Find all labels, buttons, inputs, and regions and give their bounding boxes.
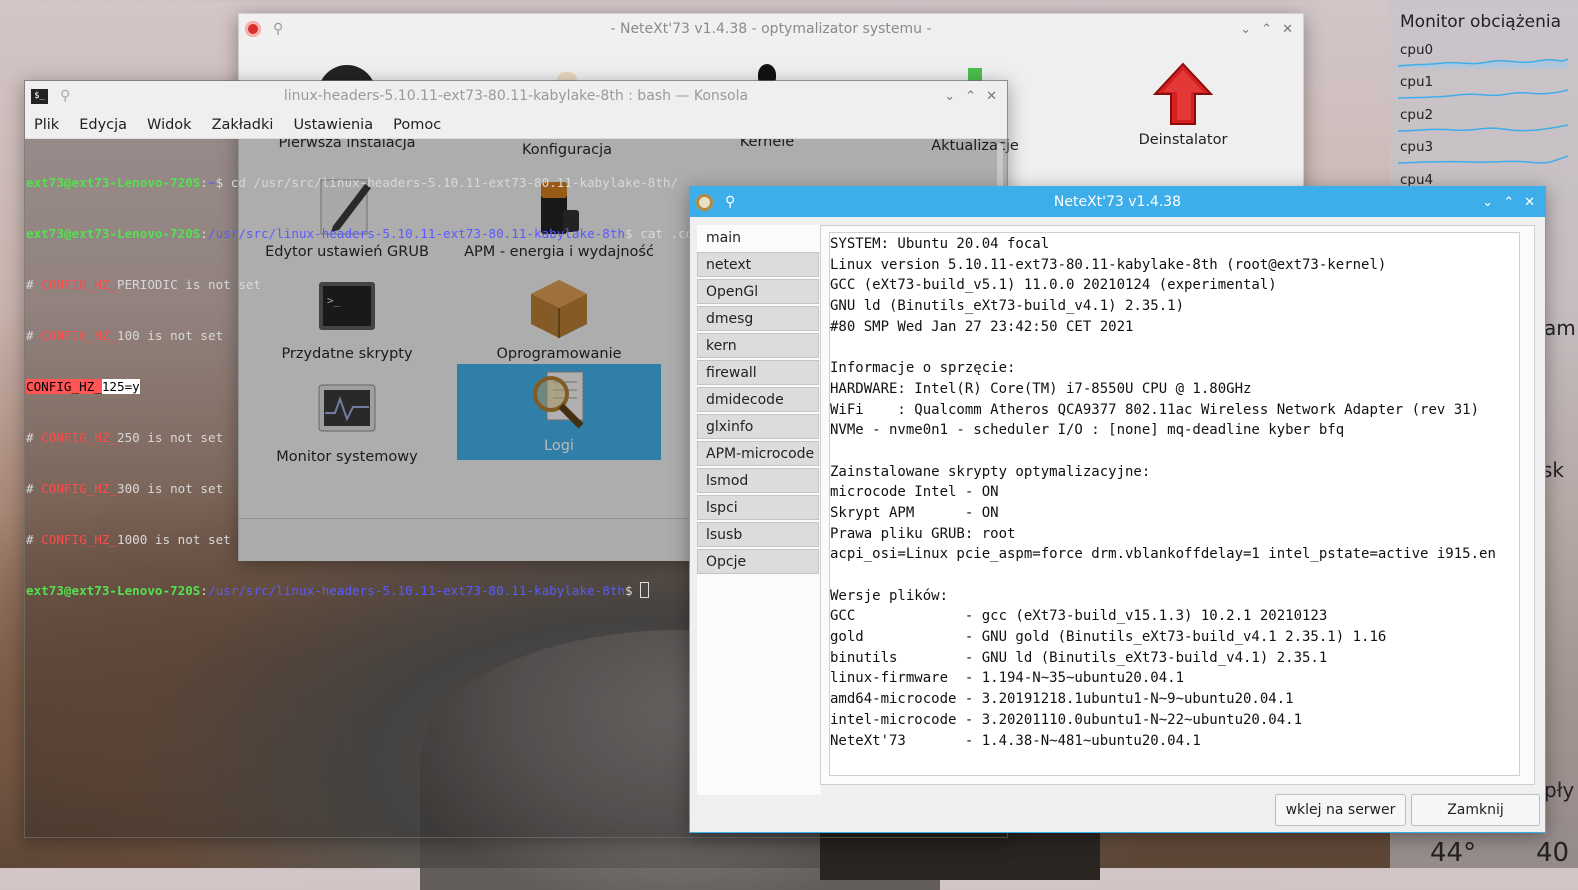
tab-netext[interactable]: netext	[697, 252, 819, 277]
tab-lsmod[interactable]: lsmod	[697, 468, 819, 493]
info-line: linux-firmware - 1.194-N~35~ubuntu20.04.…	[830, 670, 1185, 687]
dialog-title: NeteXt'73 v1.4.38	[1053, 194, 1182, 210]
tab-main[interactable]: main	[697, 225, 819, 250]
info-line: GCC (eXt73-build_v5.1) 11.0.0 20210124 (…	[830, 277, 1277, 294]
konsole-menubar: Plik Edycja Widok Zakładki Ustawienia Po…	[25, 111, 1007, 139]
menu-view[interactable]: Widok	[147, 117, 192, 133]
close-icon[interactable]: ✕	[1282, 22, 1293, 37]
terminal-cursor	[640, 582, 650, 598]
info-line: NeteXt'73 - 1.4.38-N~481~ubuntu20.04.1	[830, 732, 1201, 749]
tab-dmesg[interactable]: dmesg	[697, 306, 819, 331]
tab-options[interactable]: Opcje	[697, 549, 819, 574]
info-line: Informacje o sprzęcie:	[830, 360, 1016, 377]
info-line: microcode Intel - ON	[830, 484, 999, 501]
maximize-icon[interactable]: ⌃	[965, 89, 976, 104]
info-line: Zainstalowane skrypty optymalizacyjne:	[830, 463, 1151, 480]
dialog-titlebar[interactable]: ⚲ NeteXt'73 v1.4.38 ⌄ ⌃ ✕	[690, 187, 1545, 217]
info-line: Wersje plików:	[830, 587, 949, 604]
konsole-titlebar[interactable]: $_ ⚲ linux-headers-5.10.11-ext73-80.11-k…	[25, 81, 1007, 111]
info-line	[830, 565, 1519, 586]
info-line: acpi_osi=Linux pcie_aspm=force drm.vblan…	[830, 546, 1496, 563]
info-line	[830, 441, 1519, 462]
monitor-partial-a: am	[1544, 316, 1576, 340]
app-icon[interactable]	[245, 21, 261, 37]
optimizer-title: - NeteXt'73 v1.4.38 - optymalizator syst…	[610, 21, 932, 37]
cpu3-graph	[1398, 155, 1568, 164]
cpu1-graph	[1398, 89, 1568, 99]
tab-lspci[interactable]: lspci	[697, 495, 819, 520]
red-arrow-up-icon	[1151, 62, 1215, 126]
menu-edit[interactable]: Edycja	[79, 117, 127, 133]
info-line: binutils - GNU ld (Binutils_eXt73-build_…	[830, 649, 1328, 666]
menu-bookmarks[interactable]: Zakładki	[212, 117, 274, 133]
monitor-partial-c: pły	[1544, 778, 1575, 802]
tab-lsusb[interactable]: lsusb	[697, 522, 819, 547]
monitor-title: Monitor obciążenia	[1400, 12, 1562, 32]
tab-firewall[interactable]: firewall	[697, 360, 819, 385]
cpu0-graph	[1398, 58, 1568, 68]
monitor-temp-2: 40	[1536, 838, 1570, 868]
info-line: GCC - gcc (eXt73-build_v15.1.3) 10.2.1 2…	[830, 608, 1328, 625]
uninstaller-button[interactable]: Deinstalator	[1081, 62, 1285, 148]
minimize-icon[interactable]: ⌄	[944, 89, 955, 104]
info-line: GNU ld (Binutils_eXt73-build_v4.1) 2.35.…	[830, 298, 1185, 315]
monitor-temp-1: 44°	[1430, 838, 1477, 868]
info-line: amd64-microcode - 3.20191218.1ubuntu1-N~…	[830, 691, 1294, 708]
minimize-icon[interactable]: ⌄	[1240, 22, 1251, 37]
info-line: HARDWARE: Intel(R) Core(TM) i7-8550U CPU…	[830, 380, 1252, 397]
pin-icon[interactable]: ⚲	[273, 21, 283, 37]
system-info-text[interactable]: SYSTEM: Ubuntu 20.04 focal Linux version …	[829, 232, 1520, 776]
info-line	[830, 337, 1519, 358]
tab-opengl[interactable]: OpenGl	[697, 279, 819, 304]
pin-icon[interactable]: ⚲	[60, 88, 70, 104]
info-line: intel-microcode - 3.20201110.0ubuntu1-N~…	[830, 711, 1303, 728]
menu-file[interactable]: Plik	[34, 117, 59, 133]
konsole-title: linux-headers-5.10.11-ext73-80.11-kabyla…	[283, 88, 749, 104]
menu-settings[interactable]: Ustawienia	[293, 117, 373, 133]
maximize-icon[interactable]: ⌃	[1261, 22, 1272, 37]
tab-apm-microcode[interactable]: APM-microcode	[697, 441, 819, 466]
netext-dialog: ⚲ NeteXt'73 v1.4.38 ⌄ ⌃ ✕ main netext Op…	[689, 186, 1546, 833]
pin-icon[interactable]: ⚲	[725, 194, 735, 210]
info-line: Skrypt APM - ON	[830, 504, 999, 521]
app-icon[interactable]	[696, 193, 713, 211]
tab-glxinfo[interactable]: glxinfo	[697, 414, 819, 439]
menu-help[interactable]: Pomoc	[393, 117, 441, 133]
tab-list: main netext OpenGl dmesg kern firewall d…	[697, 225, 819, 576]
content-frame: SYSTEM: Ubuntu 20.04 focal Linux version …	[820, 225, 1535, 785]
info-line: SYSTEM: Ubuntu 20.04 focal	[830, 236, 1050, 252]
maximize-icon[interactable]: ⌃	[1503, 195, 1514, 210]
close-icon[interactable]: ✕	[986, 89, 997, 104]
info-line: WiFi : Qualcomm Atheros QCA9377 802.11ac…	[830, 401, 1480, 418]
upload-to-server-button[interactable]: wklej na serwer	[1275, 794, 1406, 826]
cpu2-graph	[1398, 124, 1568, 132]
optimizer-titlebar[interactable]: ⚲ - NeteXt'73 v1.4.38 - optymalizator sy…	[239, 14, 1303, 44]
info-line: Linux version 5.10.11-ext73-80.11-kabyla…	[830, 256, 1387, 273]
minimize-icon[interactable]: ⌄	[1482, 195, 1493, 210]
info-line: #80 SMP Wed Jan 27 23:42:50 CET 2021	[830, 318, 1134, 335]
info-line: NVMe - nvme0n1 - scheduler I/O : [none] …	[830, 422, 1345, 439]
tab-dmidecode[interactable]: dmidecode	[697, 387, 819, 412]
close-icon[interactable]: ✕	[1524, 195, 1535, 210]
tab-kern[interactable]: kern	[697, 333, 819, 358]
info-line: Prawa pliku GRUB: root	[830, 525, 1016, 542]
close-button[interactable]: Zamknij	[1411, 794, 1540, 826]
info-line: gold - GNU gold (Binutils_eXt73-build_v4…	[830, 629, 1387, 646]
terminal-app-icon[interactable]: $_	[31, 88, 48, 104]
